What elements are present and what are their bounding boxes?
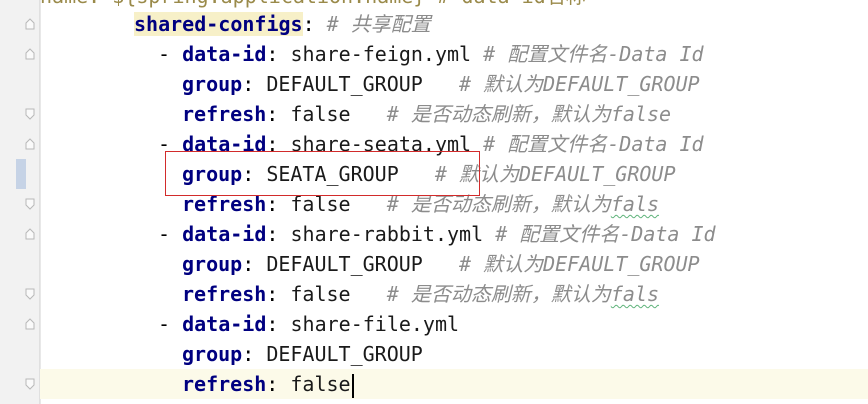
code-line-content: group: DEFAULT_GROUP # 默认为DEFAULT_GROUP <box>182 69 700 99</box>
yaml-colon: : <box>242 162 255 186</box>
yaml-key: refresh <box>182 102 267 126</box>
fold-arrow-icon[interactable] <box>25 318 35 330</box>
code-line-content: group: SEATA_GROUP # 默认为DEFAULT_GROUP <box>182 159 676 189</box>
list-dash: - <box>158 222 183 246</box>
fold-arrow-icon[interactable] <box>25 138 35 150</box>
code-editor[interactable]: name: ${spring.application.name} # data-… <box>0 0 868 404</box>
yaml-value: false <box>290 102 351 126</box>
fold-arrow-icon[interactable] <box>25 198 35 210</box>
code-line[interactable]: - data-id: share-file.yml <box>40 309 868 339</box>
yaml-comment: # 共享配置 <box>326 12 431 36</box>
fold-arrow-icon[interactable] <box>25 18 35 30</box>
yaml-key: refresh <box>182 192 267 216</box>
yaml-comment: # 默认为DEFAULT_GROUP <box>434 162 676 186</box>
list-dash: - <box>158 312 183 336</box>
text-caret <box>351 373 354 398</box>
yaml-key: group <box>182 342 243 366</box>
list-dash: - <box>158 42 183 66</box>
spellcheck-word: fals <box>610 282 659 306</box>
code-line-content: refresh: false <box>182 369 354 399</box>
code-line[interactable]: - data-id: share-rabbit.yml # 配置文件名-Data… <box>40 219 868 249</box>
code-line-content: group: DEFAULT_GROUP <box>182 339 423 369</box>
yaml-key: group <box>182 72 243 96</box>
yaml-key: data-id <box>182 132 267 156</box>
yaml-value: false <box>290 282 351 306</box>
yaml-value: share-seata.yml <box>290 132 472 156</box>
code-line[interactable]: - data-id: share-seata.yml # 配置文件名-Data … <box>40 129 868 159</box>
fold-arrow-icon[interactable] <box>25 228 35 240</box>
fold-arrow-icon[interactable] <box>25 48 35 60</box>
yaml-comment: # 配置文件名-Data Id <box>483 42 704 66</box>
code-line-content: - data-id: share-file.yml <box>158 309 459 339</box>
yaml-key: data-id <box>182 312 267 336</box>
fold-arrow-icon[interactable] <box>25 288 35 300</box>
yaml-colon: : <box>266 132 279 156</box>
yaml-value: share-feign.yml <box>290 42 472 66</box>
code-line-content: refresh: false # 是否动态刷新，默认为fals <box>182 189 659 219</box>
yaml-value: false <box>290 192 351 216</box>
yaml-comment: # 配置文件名-Data Id <box>495 222 716 246</box>
yaml-value: DEFAULT_GROUP <box>266 72 423 96</box>
yaml-colon: : <box>266 102 279 126</box>
yaml-comment: # 默认为DEFAULT_GROUP <box>458 252 700 276</box>
yaml-colon: : <box>242 252 255 276</box>
yaml-colon: : <box>266 42 279 66</box>
code-line[interactable]: group: DEFAULT_GROUP <box>40 339 868 369</box>
yaml-key: data-id <box>182 222 267 246</box>
yaml-colon: : <box>266 192 279 216</box>
modified-line-marker[interactable] <box>16 159 26 189</box>
yaml-value: share-rabbit.yml <box>290 222 484 246</box>
code-line[interactable]: group: SEATA_GROUP # 默认为DEFAULT_GROUP <box>40 159 868 189</box>
yaml-colon: : <box>242 342 255 366</box>
yaml-comment: # 是否动态刷新，默认为fals <box>386 282 659 306</box>
list-dash: - <box>158 132 183 156</box>
spellcheck-word: fals <box>610 192 659 216</box>
yaml-colon: : <box>266 282 279 306</box>
code-line-content: shared-configs: # 共享配置 <box>134 9 431 39</box>
yaml-value: DEFAULT_GROUP <box>266 252 423 276</box>
code-area[interactable]: name: ${spring.application.name} # data-… <box>40 0 868 404</box>
code-line[interactable]: shared-configs: # 共享配置 <box>40 9 868 39</box>
yaml-key: data-id <box>182 42 267 66</box>
yaml-key: refresh <box>182 372 267 396</box>
code-line-content: refresh: false # 是否动态刷新，默认为fals <box>182 279 659 309</box>
code-line[interactable]: refresh: false # 是否动态刷新，默认为fals <box>40 279 868 309</box>
yaml-comment: # 是否动态刷新，默认为fals <box>386 192 659 216</box>
code-line[interactable]: group: DEFAULT_GROUP # 默认为DEFAULT_GROUP <box>40 249 868 279</box>
yaml-colon: : <box>266 372 279 396</box>
yaml-comment: # 默认为DEFAULT_GROUP <box>458 72 700 96</box>
code-line[interactable]: refresh: false <box>40 369 868 399</box>
code-line[interactable]: - data-id: share-feign.yml # 配置文件名-Data … <box>40 39 868 69</box>
code-line-content: group: DEFAULT_GROUP # 默认为DEFAULT_GROUP <box>182 249 700 279</box>
yaml-colon: : <box>302 12 315 36</box>
yaml-key: group <box>182 162 243 186</box>
fold-arrow-icon[interactable] <box>25 378 35 390</box>
yaml-comment: # 是否动态刷新，默认为false <box>386 102 672 126</box>
code-line[interactable]: refresh: false # 是否动态刷新，默认为false <box>40 99 868 129</box>
code-line[interactable]: refresh: false # 是否动态刷新，默认为fals <box>40 189 868 219</box>
code-line-content: - data-id: share-seata.yml # 配置文件名-Data … <box>158 129 704 159</box>
yaml-comment: # 配置文件名-Data Id <box>483 132 704 156</box>
yaml-colon: : <box>242 72 255 96</box>
yaml-value: DEFAULT_GROUP <box>266 342 423 366</box>
code-line-content: - data-id: share-feign.yml # 配置文件名-Data … <box>158 39 704 69</box>
code-line-content: refresh: false # 是否动态刷新，默认为false <box>182 99 671 129</box>
yaml-value: SEATA_GROUP <box>266 162 399 186</box>
code-line-content: - data-id: share-rabbit.yml # 配置文件名-Data… <box>158 219 716 249</box>
yaml-value: false <box>290 372 351 396</box>
code-line[interactable]: group: DEFAULT_GROUP # 默认为DEFAULT_GROUP <box>40 69 868 99</box>
yaml-key: refresh <box>182 282 267 306</box>
yaml-key: group <box>182 252 243 276</box>
yaml-colon: : <box>266 222 279 246</box>
yaml-key: shared-configs <box>134 12 303 36</box>
yaml-value: share-file.yml <box>290 312 460 336</box>
yaml-colon: : <box>266 312 279 336</box>
fold-arrow-icon[interactable] <box>25 108 35 120</box>
editor-gutter[interactable] <box>0 0 41 404</box>
